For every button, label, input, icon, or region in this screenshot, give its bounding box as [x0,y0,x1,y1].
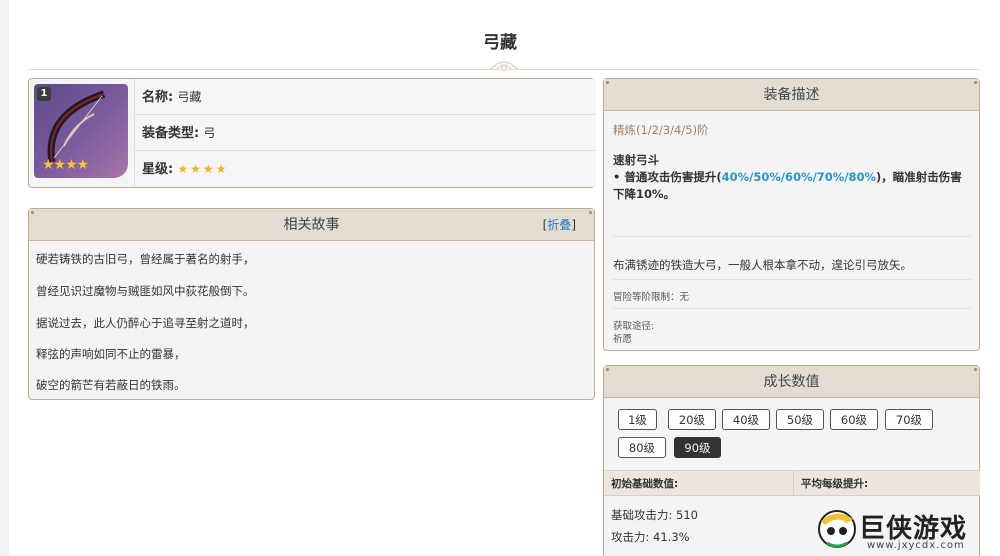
info-row-type: 装备类型: 弓 [135,115,596,151]
type-value: 弓 [203,126,216,140]
level-button-3[interactable]: 40级 [722,409,770,430]
name-value: 弓藏 [177,90,202,104]
left-edge-bar [0,0,9,556]
level-button-8[interactable]: 90级 [674,437,721,458]
divider [613,279,971,280]
info-row-rarity: 星级: ★ ★ ★ ★ [135,151,596,187]
skill-values: 40%/50%/60%/70%/80% [721,170,877,184]
level-button-7[interactable]: 80级 [618,437,666,458]
growth-title: 成长数值 [763,374,820,390]
star-icon: ★ [215,162,227,176]
rarity-stars: ★ ★ ★ ★ [177,162,228,177]
watermark: 巨侠游戏 www.jxycdx.com [811,503,981,553]
info-table: 名称: 弓藏 装备类型: 弓 星级: ★ ★ ★ ★ [134,79,596,187]
source-value: 祈愿 [613,334,633,345]
star-icon: ★ [202,162,214,176]
divider [613,308,971,309]
description-header: 装备描述 [604,79,979,111]
flavor-text: 布满锈迹的铁造大弓，一般人根本拿不动，遑论引弓放矢。 [613,258,912,272]
watermark-url: www.jxycdx.com [867,540,965,551]
story-line: 据说过去，此人仍醉心于追寻至射之道时， [36,316,255,330]
watermark-logo-icon [818,510,856,548]
title-ornament-icon [489,61,519,71]
rarity-label: 星级: [142,162,174,177]
story-title: 相关故事 [283,217,340,233]
level-button-2[interactable]: 20级 [668,409,716,430]
col-initial: 初始基础数值: [604,470,793,496]
star-icon: ★ [177,162,189,176]
story-line: 释弦的声响如同不止的雷暴， [36,347,186,361]
avatar-stars: ★★★★ [42,157,89,173]
col-average: 平均每级提升: [793,470,980,496]
weapon-info-card: 1 ★★★★ 名称: 弓藏 装备类型: 弓 星级: ★ ★ ★ ★ [28,78,596,188]
refine-level: 精炼(1/2/3/4/5)阶 [613,123,709,137]
description-title: 装备描述 [763,87,820,103]
type-label: 装备类型: [142,126,200,141]
story-line: 硬若铸铁的古旧弓，曾经属于著名的射手， [36,252,255,266]
skill-name: 速射弓斗 [613,153,659,167]
story-header: 相关故事 [折叠] [29,209,594,241]
rank-badge: 1 [37,87,51,101]
level-button-4[interactable]: 50级 [776,409,824,430]
description-card: 装备描述 精炼(1/2/3/4/5)阶 速射弓斗 • 普通攻击伤害提升(40%/… [603,78,980,351]
name-label: 名称: [142,90,174,105]
rank-limit: 冒险等阶限制：无 [613,292,690,303]
level-button-6[interactable]: 70级 [885,409,933,430]
skill-text: • 普通攻击伤害提升(40%/50%/60%/70%/80%)，瞄准射击伤害下降… [613,170,962,201]
fold-toggle[interactable]: [折叠] [543,209,576,241]
story-line: 曾经见识过魔物与贼匪如风中荻花般倒下。 [36,284,255,298]
story-line: 破空的箭芒有若蔽日的铁雨。 [36,378,186,392]
attack-percent: 攻击力: 41.3% [611,530,690,544]
base-attack: 基础攻击力: 510 [611,508,698,522]
fold-link[interactable]: 折叠 [547,218,571,232]
source-label: 获取途径: [613,321,655,332]
page-title: 弓藏 [483,33,517,53]
level-button-1[interactable]: 1级 [618,409,657,430]
level-button-5[interactable]: 60级 [830,409,878,430]
growth-header: 成长数值 [604,366,979,398]
star-icon: ★ [190,162,201,176]
story-card: 相关故事 [折叠] 硬若铸铁的古旧弓，曾经属于著名的射手， 曾经见识过魔物与贼匪… [28,208,595,400]
weapon-avatar: 1 ★★★★ [34,84,128,178]
divider [613,236,971,237]
info-row-name: 名称: 弓藏 [135,79,596,115]
